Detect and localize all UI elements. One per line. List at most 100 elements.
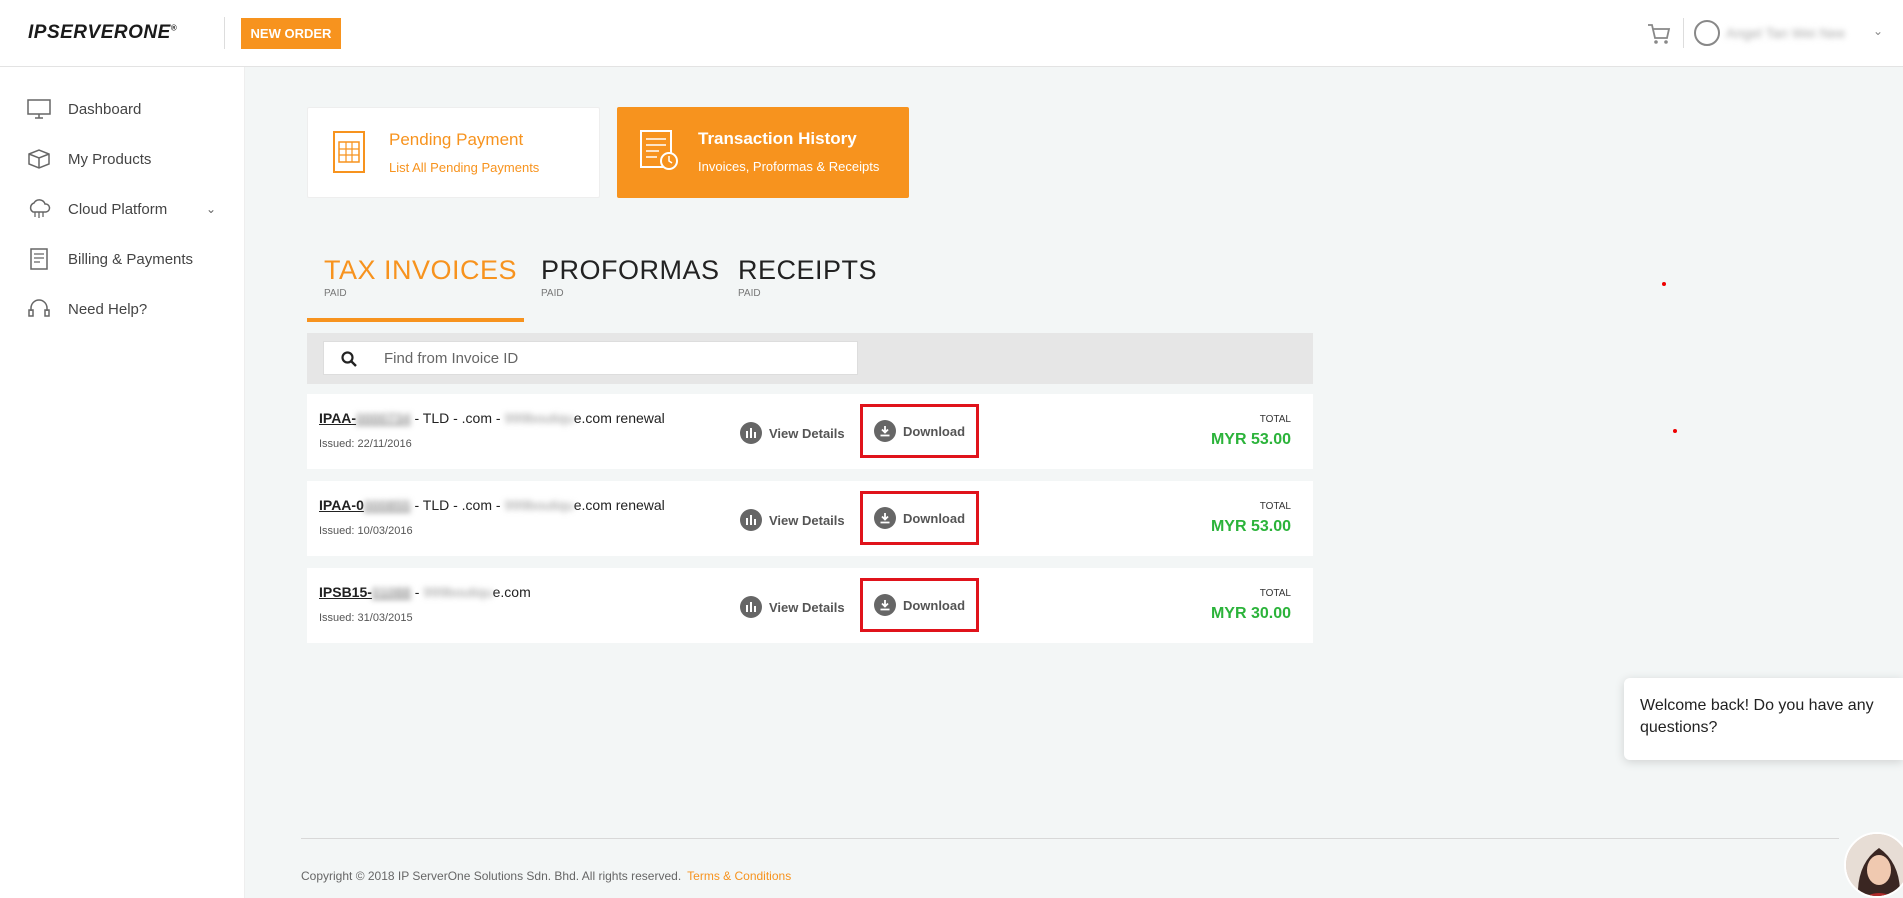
invoice-id-redacted: 000855 xyxy=(363,497,411,513)
invoice-title: IPSB15-01088 - 999boutique.com xyxy=(319,584,531,600)
tab-receipts[interactable]: RECEIPTS PAID xyxy=(738,255,877,299)
transaction-history-card[interactable]: Transaction History Invoices, Proformas … xyxy=(617,107,909,198)
invoice-desc-pre: - TLD - .com - xyxy=(410,410,505,426)
logo-registered-mark: ® xyxy=(170,23,178,33)
download-icon xyxy=(873,507,896,529)
user-avatar-icon[interactable] xyxy=(1694,20,1720,46)
sidebar-item-label: Dashboard xyxy=(68,100,142,118)
tab-label: TAX INVOICES xyxy=(324,255,518,285)
download-icon xyxy=(873,420,896,442)
search-icon xyxy=(341,351,357,367)
tab-sublabel: PAID xyxy=(738,288,761,299)
total-amount: MYR 30.00 xyxy=(1210,605,1291,622)
view-details-button[interactable]: View Details xyxy=(740,596,845,618)
header-divider-right xyxy=(1683,18,1684,48)
tab-label: PROFORMAS xyxy=(541,255,720,285)
download-button[interactable]: Download xyxy=(860,404,979,458)
sidebar-item-need-help[interactable]: Need Help? xyxy=(0,287,245,331)
active-tab-indicator xyxy=(307,318,524,322)
total-label: TOTAL xyxy=(1259,501,1291,512)
sidebar-item-label: Billing & Payments xyxy=(68,250,194,268)
invoice-issued-date: Issued: 10/03/2016 xyxy=(319,525,413,537)
footer: Copyright © 2018 IP ServerOne Solutions … xyxy=(301,869,791,883)
main-content: Pending Payment List All Pending Payment… xyxy=(245,67,1903,898)
tab-tax-invoices[interactable]: TAX INVOICES PAID xyxy=(324,255,517,299)
total-amount: MYR 53.00 xyxy=(1210,518,1291,535)
invoice-row: IPAA-0000855 - TLD - .com - 999boutique.… xyxy=(307,481,1313,556)
chat-agent-avatar[interactable] xyxy=(1844,832,1903,898)
sidebar-item-my-products[interactable]: My Products xyxy=(0,137,245,181)
view-details-button[interactable]: View Details xyxy=(740,509,845,531)
card-title: Transaction History xyxy=(698,129,857,148)
tab-proformas[interactable]: PROFORMAS PAID xyxy=(541,255,720,299)
history-document-icon xyxy=(640,130,678,170)
terms-link[interactable]: Terms & Conditions xyxy=(687,869,791,883)
invoice-issued-date: Issued: 22/11/2016 xyxy=(319,438,412,450)
bar-chart-icon xyxy=(740,422,762,444)
sidebar-item-dashboard[interactable]: Dashboard xyxy=(0,87,245,131)
top-header: IPSERVERONE® NEW ORDER Angel Tan Wei Nee… xyxy=(0,0,1903,67)
invoice-id-prefix: IPAA- xyxy=(319,410,357,426)
view-details-button[interactable]: View Details xyxy=(740,422,845,444)
card-title: Pending Payment xyxy=(389,130,524,149)
search-box xyxy=(323,341,858,375)
invoice-desc-post: e.com renewal xyxy=(573,410,665,426)
cloud-icon xyxy=(29,199,51,218)
invoice-row: IPAA-0000734 - TLD - .com - 999boutique.… xyxy=(307,394,1313,469)
headset-icon xyxy=(28,299,50,317)
view-details-label: View Details xyxy=(769,599,845,615)
download-button[interactable]: Download xyxy=(860,491,979,545)
invoice-desc-redacted: 999boutiqu xyxy=(504,497,574,513)
cart-icon[interactable] xyxy=(1646,21,1672,47)
invoice-id-redacted: 01088 xyxy=(371,584,411,600)
total-label: TOTAL xyxy=(1259,414,1291,425)
tab-sublabel: PAID xyxy=(324,288,347,299)
logo-text: IPSERVERONE xyxy=(28,22,171,43)
invoice-id-link[interactable]: IPAA-0000734 xyxy=(319,410,411,426)
invoice-desc-pre: - xyxy=(410,584,424,600)
download-button[interactable]: Download xyxy=(860,578,979,632)
download-label: Download xyxy=(902,510,966,526)
invoice-id-link[interactable]: IPAA-0000855 xyxy=(319,497,411,513)
total-label: TOTAL xyxy=(1259,588,1291,599)
invoice-desc-post: e.com renewal xyxy=(573,497,665,513)
invoice-document-icon xyxy=(333,131,365,173)
invoice-title: IPAA-0000734 - TLD - .com - 999boutique.… xyxy=(319,410,665,426)
sidebar-item-label: Cloud Platform xyxy=(68,200,168,218)
invoice-search-input[interactable] xyxy=(384,342,844,374)
view-details-label: View Details xyxy=(769,425,845,441)
total-amount: MYR 53.00 xyxy=(1210,431,1291,448)
invoice-issued-date: Issued: 31/03/2015 xyxy=(319,612,413,624)
new-order-button[interactable]: NEW ORDER xyxy=(241,18,341,49)
sidebar-item-label: My Products xyxy=(68,150,152,168)
annotation-dot xyxy=(1673,429,1677,433)
invoice-desc-redacted: 999boutiqu xyxy=(423,584,493,600)
invoice-desc-post: e.com xyxy=(492,584,531,600)
download-label: Download xyxy=(902,423,966,439)
bar-chart-icon xyxy=(740,596,762,618)
chevron-down-icon[interactable]: ⌄ xyxy=(206,202,216,216)
footer-divider xyxy=(301,838,1839,839)
sidebar-item-label: Need Help? xyxy=(68,300,148,318)
invoice-row: IPSB15-01088 - 999boutique.com Issued: 3… xyxy=(307,568,1313,643)
sidebar: Dashboard My Products Cloud Platform ⌄ B… xyxy=(0,67,245,898)
invoice-id-link[interactable]: IPSB15-01088 xyxy=(319,584,411,600)
invoice-desc-redacted: 999boutiqu xyxy=(504,410,574,426)
sidebar-item-cloud-platform[interactable]: Cloud Platform ⌄ xyxy=(0,187,245,231)
tab-label: RECEIPTS xyxy=(738,255,878,285)
sidebar-item-billing-payments[interactable]: Billing & Payments xyxy=(0,237,245,281)
invoice-title: IPAA-0000855 - TLD - .com - 999boutique.… xyxy=(319,497,665,513)
annotation-dot xyxy=(1662,282,1666,286)
chat-welcome-bubble[interactable]: Welcome back! Do you have any questions? xyxy=(1624,678,1903,760)
copyright-text: Copyright © 2018 IP ServerOne Solutions … xyxy=(301,869,682,883)
download-icon xyxy=(873,594,896,616)
monitor-icon xyxy=(27,99,51,119)
user-name[interactable]: Angel Tan Wei Nee xyxy=(1726,25,1845,41)
agent-portrait-icon xyxy=(1846,834,1903,896)
chevron-down-icon[interactable]: ⌄ xyxy=(1873,24,1883,38)
box-icon xyxy=(28,149,50,169)
invoice-icon xyxy=(30,248,48,270)
pending-payment-card[interactable]: Pending Payment List All Pending Payment… xyxy=(307,107,600,198)
ipserverone-logo[interactable]: IPSERVERONE® xyxy=(28,22,177,44)
view-details-label: View Details xyxy=(769,512,845,528)
